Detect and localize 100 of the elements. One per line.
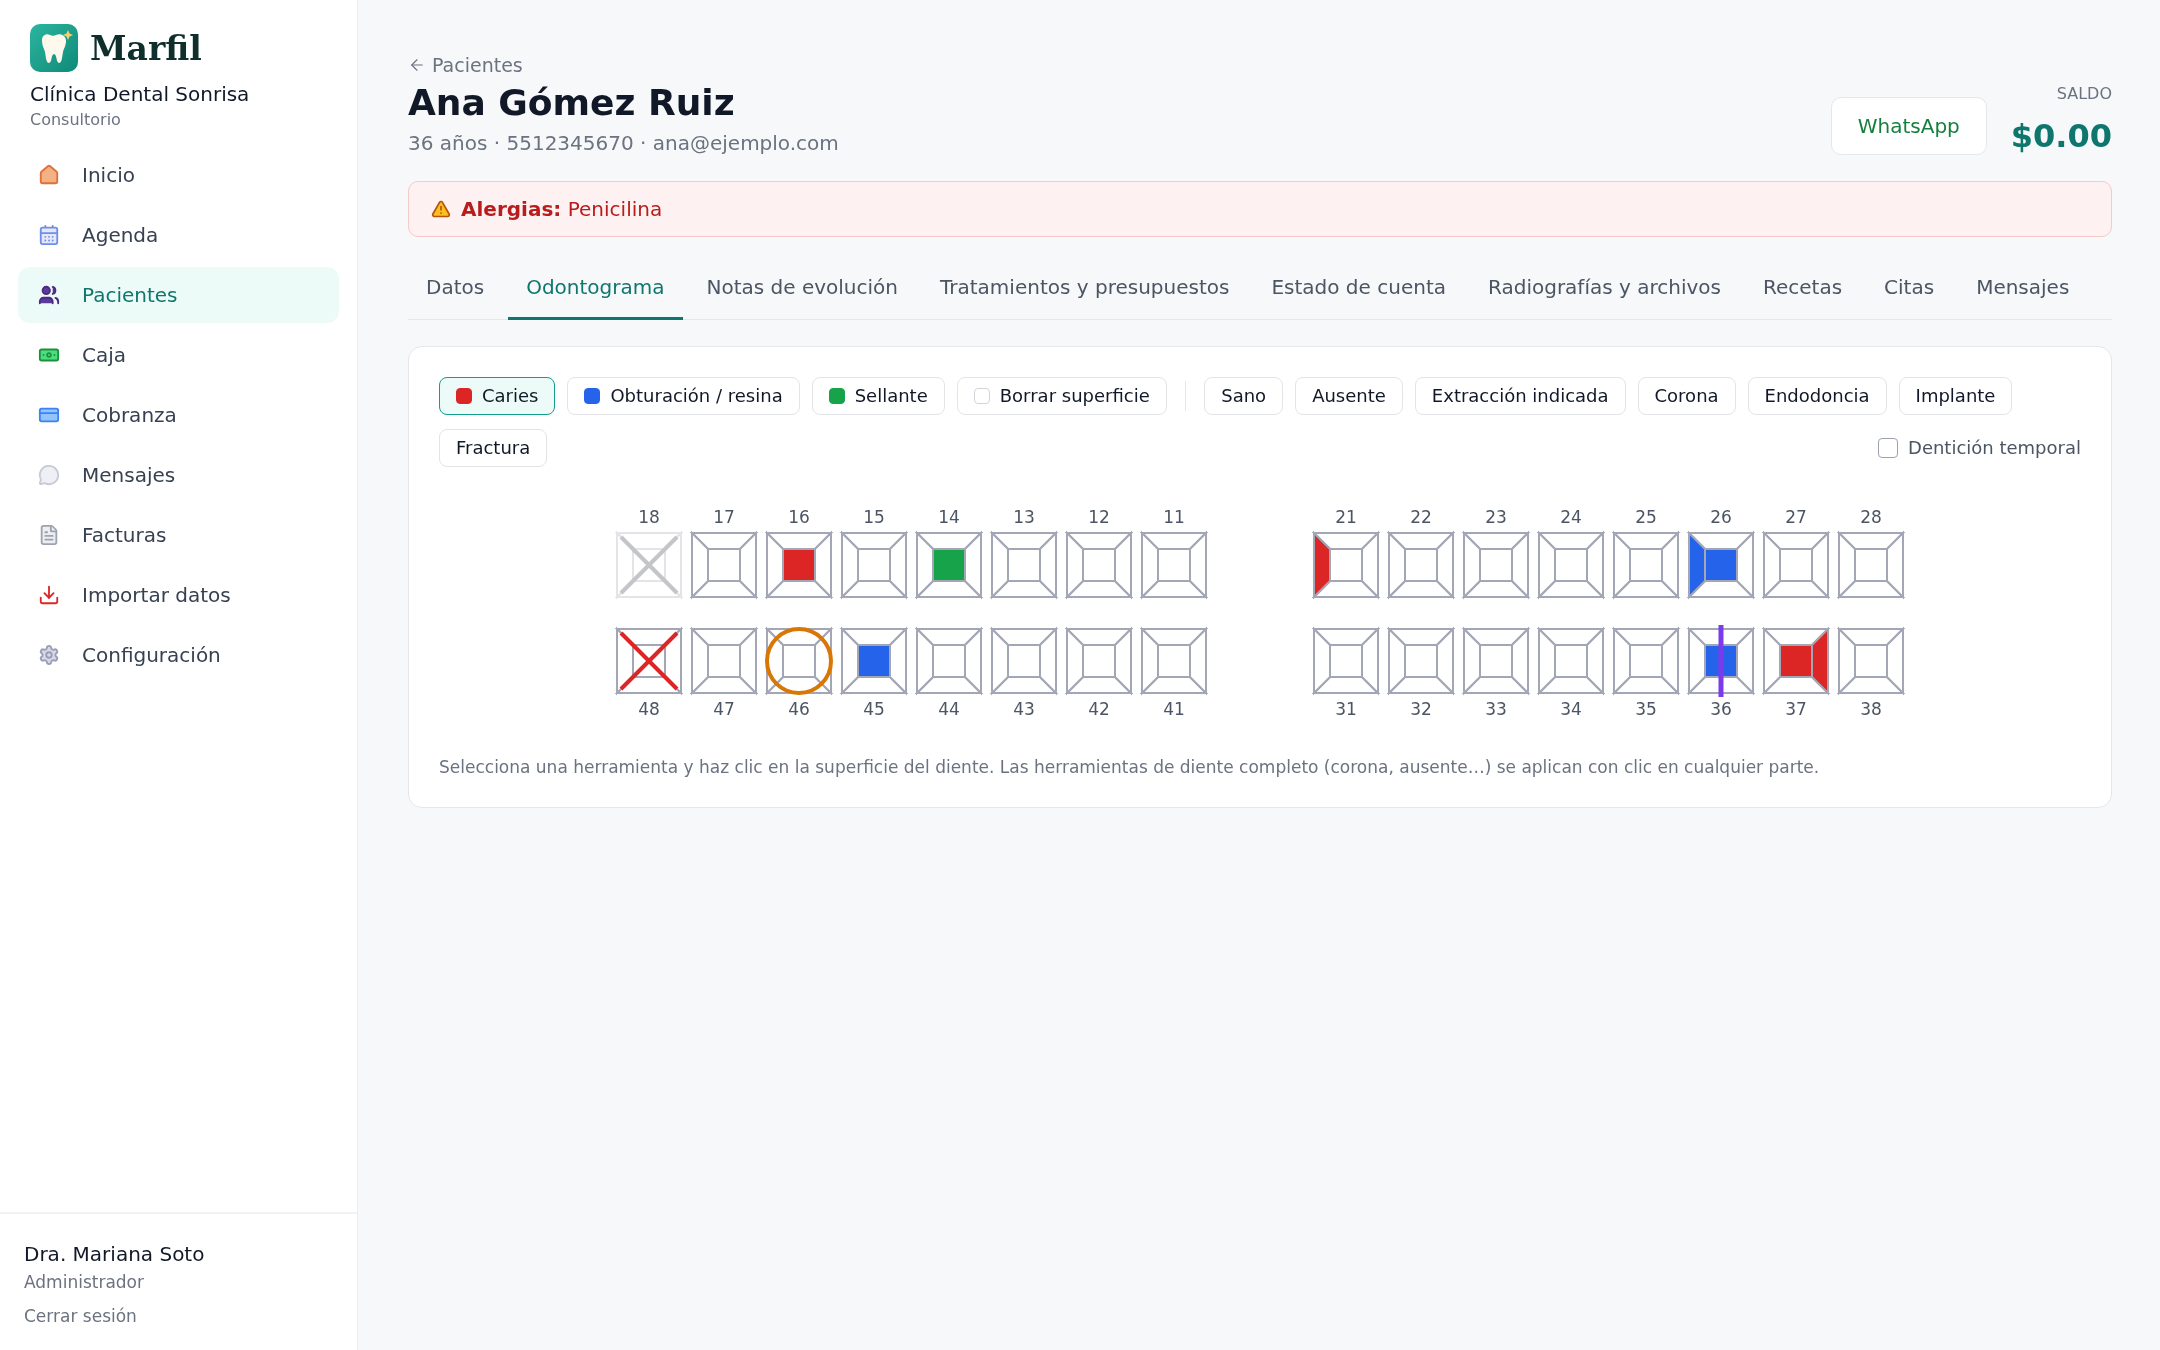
tab[interactable]: Estado de cuenta (1253, 259, 1464, 320)
tooth-number: 42 (1088, 698, 1110, 719)
tooth-number: 16 (788, 506, 810, 527)
tooth-drawing[interactable] (913, 528, 985, 601)
tooth-drawing[interactable] (1063, 624, 1135, 697)
tooth-number: 15 (863, 506, 885, 527)
tooth-drawing[interactable] (1310, 624, 1382, 697)
tooth-drawing[interactable] (988, 528, 1060, 601)
tool-chip[interactable]: Implante (1898, 376, 2013, 415)
tooth-number: 17 (713, 506, 735, 527)
tooth-number: 44 (938, 698, 960, 719)
tab[interactable]: Radiografías y archivos (1470, 259, 1739, 320)
tooth-number: 41 (1163, 698, 1185, 719)
patient-name: Ana Gómez Ruiz (408, 82, 736, 123)
tooth-number: 35 (1635, 698, 1657, 719)
tool-chip[interactable]: Extracción indicada (1414, 376, 1626, 415)
brand-name: Marfil (90, 28, 202, 68)
nav-item[interactable]: Agenda (18, 207, 339, 263)
tooth-drawing[interactable] (1063, 528, 1135, 601)
tool-chip[interactable]: Endodoncia (1747, 376, 1887, 415)
tooth-drawing[interactable] (1385, 528, 1457, 601)
tooth-drawing[interactable] (1760, 624, 1832, 697)
clinic-type: Consultorio (30, 110, 122, 129)
tooth-drawing[interactable] (1138, 528, 1210, 601)
tooth-drawing[interactable] (1138, 624, 1210, 697)
tooth-drawing[interactable] (1835, 528, 1907, 601)
tooth-number: 11 (1163, 506, 1185, 527)
back-link[interactable]: Pacientes (408, 54, 523, 76)
tooth-drawing[interactable] (1460, 624, 1532, 697)
tooth-number: 48 (638, 698, 660, 719)
tooth-number: 24 (1560, 506, 1582, 527)
nav-item[interactable]: Importar datos (18, 567, 339, 623)
tooth-drawing[interactable] (1535, 528, 1607, 601)
nav-item[interactable]: Mensajes (18, 447, 339, 503)
tooth-drawing[interactable] (1610, 528, 1682, 601)
tooth-number: 33 (1485, 698, 1507, 719)
balance-value: $0.00 (2010, 117, 2112, 155)
tooth-drawing[interactable] (1685, 528, 1757, 601)
nav-icon (38, 164, 60, 186)
tooth-number: 25 (1635, 506, 1657, 527)
whatsapp-button[interactable]: WhatsApp (1830, 97, 1987, 155)
tool-chip[interactable]: Sellante (811, 376, 945, 415)
nav-icon (38, 524, 60, 546)
tooth-number: 23 (1485, 506, 1507, 527)
tooth-drawing[interactable] (838, 528, 910, 601)
user-name: Dra. Mariana Soto (24, 1242, 206, 1266)
nav-item[interactable]: Configuración (18, 627, 339, 683)
tooth-drawing[interactable] (1610, 624, 1682, 697)
tool-chip[interactable]: Corona (1637, 376, 1736, 415)
tool-chip[interactable]: Borrar superficie (956, 376, 1167, 415)
tooth-drawing[interactable] (838, 624, 910, 697)
clinic-name: Clínica Dental Sonrisa (30, 82, 251, 106)
tab[interactable]: Recetas (1744, 259, 1861, 320)
tooth-number: 38 (1860, 698, 1882, 719)
tooth-number: 37 (1785, 698, 1807, 719)
tooth-number: 26 (1710, 506, 1732, 527)
tooth-number: 46 (788, 698, 810, 719)
tooth-number: 45 (863, 698, 885, 719)
tooth-drawing[interactable] (1310, 528, 1382, 601)
tooth-number: 27 (1785, 506, 1807, 527)
logout-link[interactable]: Cerrar sesión (24, 1306, 137, 1326)
tooth-drawing[interactable] (688, 624, 760, 697)
tooth-number: 14 (938, 506, 960, 527)
tooth-drawing[interactable] (763, 624, 835, 697)
nav-icon (38, 584, 60, 606)
tab[interactable]: Notas de evolución (688, 259, 916, 320)
tooth-drawing[interactable] (763, 528, 835, 601)
tool-chip[interactable]: Ausente (1295, 376, 1403, 415)
tooth-number: 22 (1410, 506, 1432, 527)
tab[interactable]: Tratamientos y presupuestos (922, 259, 1248, 320)
balance-label: SALDO (2056, 84, 2112, 103)
tool-chip[interactable]: Obturación / resina (567, 376, 800, 415)
tooth-drawing[interactable] (1535, 624, 1607, 697)
nav-item[interactable]: Cobranza (18, 387, 339, 443)
tooth-drawing[interactable] (988, 624, 1060, 697)
tooth-number: 28 (1860, 506, 1882, 527)
tooth-drawing[interactable] (688, 528, 760, 601)
tab[interactable]: Odontograma (508, 259, 683, 320)
tooth-number: 12 (1088, 506, 1110, 527)
nav-item[interactable]: Caja (18, 327, 339, 383)
tooth-drawing[interactable] (1460, 528, 1532, 601)
tooth-drawing[interactable] (1835, 624, 1907, 697)
tooth-number: 13 (1013, 506, 1035, 527)
nav-item[interactable]: Facturas (18, 507, 339, 563)
tooth-drawing[interactable] (913, 624, 985, 697)
tab[interactable]: Datos (408, 259, 503, 320)
tool-chip[interactable]: Caries (439, 376, 556, 415)
tooth-number: 18 (638, 506, 660, 527)
temporary-dentition-checkbox[interactable]: Dentición temporal (1878, 437, 2081, 458)
tooth-drawing[interactable] (613, 624, 685, 697)
tooth-drawing[interactable] (1385, 624, 1457, 697)
tool-chip[interactable]: Sano (1204, 376, 1284, 415)
tool-chip[interactable]: Fractura (439, 428, 548, 467)
tab[interactable]: Citas (1866, 259, 1953, 320)
nav-icon (38, 224, 60, 246)
nav-item[interactable]: Inicio (18, 147, 339, 203)
nav-item[interactable]: Pacientes (18, 267, 339, 323)
tooth-drawing[interactable] (1760, 528, 1832, 601)
tooth-drawing[interactable] (1685, 624, 1757, 697)
tab[interactable]: Mensajes (1958, 259, 2088, 320)
